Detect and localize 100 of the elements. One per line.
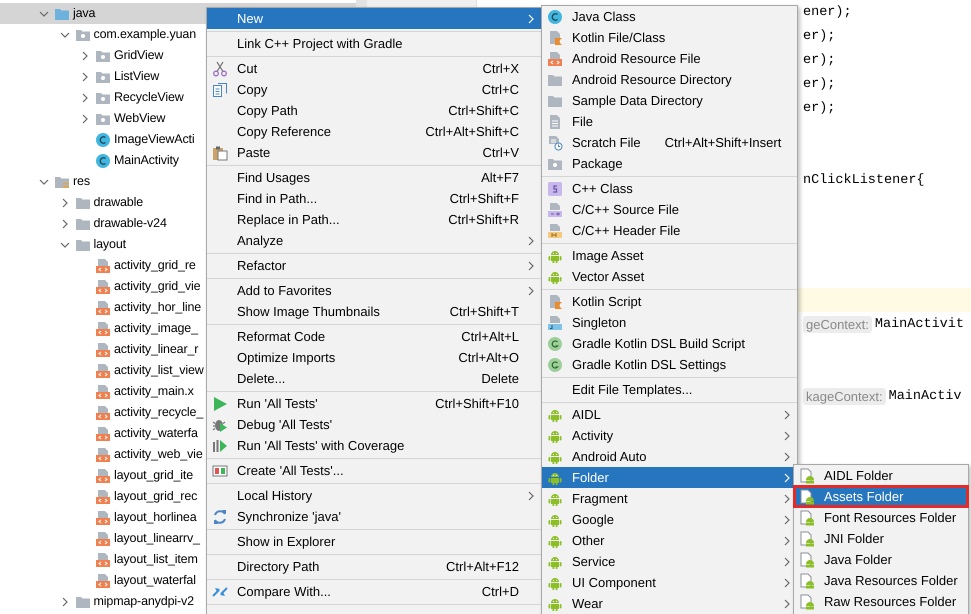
code-text: er);	[803, 100, 836, 116]
menu-item[interactable]: Create 'All Tests'...	[207, 460, 541, 481]
menu-item[interactable]: Optimize Imports Ctrl+Alt+O	[207, 347, 541, 368]
menu-item[interactable]: Gradle Kotlin DSL Settings	[542, 354, 797, 375]
menu-item[interactable]: Find Usages Alt+F7	[207, 167, 541, 188]
parameter-hint: geContext:	[803, 316, 872, 332]
menu-item[interactable]: Copy Ctrl+C	[207, 79, 541, 100]
menu-item[interactable]: Package	[542, 153, 797, 174]
menu-item[interactable]: Analyze	[207, 230, 541, 251]
menu-item[interactable]: Run 'All Tests' Ctrl+Shift+F10	[207, 393, 541, 414]
menu-item[interactable]: Cut Ctrl+X	[207, 58, 541, 79]
menu-item[interactable]: Kotlin Script	[542, 291, 797, 312]
menu-item[interactable]: C++ Class	[542, 178, 797, 199]
menu-item[interactable]: Activity	[542, 425, 797, 446]
menu-item[interactable]: Font Resources Folder	[794, 507, 968, 528]
menu-item[interactable]: Find in Path... Ctrl+Shift+F	[207, 188, 541, 209]
menu-item[interactable]: C/C++ Source File	[542, 199, 797, 220]
android-file-icon	[799, 510, 815, 526]
menu-item[interactable]: Run 'All Tests' with Coverage	[207, 435, 541, 456]
menu-item[interactable]: Assets Folder	[794, 486, 968, 507]
file-icon	[547, 202, 563, 218]
menu-item[interactable]: Android Resource Directory	[542, 69, 797, 90]
menu-item[interactable]: Google	[542, 509, 797, 530]
chevron-right-icon	[527, 286, 535, 296]
menu-item[interactable]: Vector Asset	[542, 266, 797, 287]
menu-item[interactable]: Paste Ctrl+V	[207, 142, 541, 163]
menu-item[interactable]: AIDL Folder	[794, 465, 968, 486]
menu-item[interactable]: Java Resources Folder	[794, 570, 968, 591]
menu-item[interactable]: UI Component	[542, 572, 797, 593]
chevron-right-icon[interactable]	[81, 92, 89, 102]
menu-item[interactable]: Scratch File Ctrl+Alt+Shift+Insert	[542, 132, 797, 153]
menu-item[interactable]: Replace in Path... Ctrl+Shift+R	[207, 209, 541, 230]
menu-item[interactable]: Directory Path Ctrl+Alt+F12	[207, 556, 541, 577]
chevron-right-icon	[783, 578, 791, 588]
chevron-right-icon[interactable]	[60, 218, 68, 228]
android-file-icon	[799, 488, 815, 504]
chevron-right-icon[interactable]	[60, 198, 68, 208]
chevron-down-icon[interactable]	[60, 240, 70, 248]
menu-item[interactable]: Wear	[542, 593, 797, 614]
menu-item[interactable]: Sample Data Directory	[542, 90, 797, 111]
menu-item[interactable]: New	[207, 8, 541, 29]
play-icon	[212, 396, 228, 412]
menu-item[interactable]: Show in Explorer	[207, 531, 541, 552]
menu-item[interactable]: Copy Reference Ctrl+Alt+Shift+C	[207, 121, 541, 142]
xml-file-icon	[95, 510, 111, 526]
menu-item[interactable]: Copy Path Ctrl+Shift+C	[207, 100, 541, 121]
chevron-down-icon[interactable]	[39, 178, 49, 186]
menu-item[interactable]: Image Asset	[542, 245, 797, 266]
android-file-icon	[799, 530, 815, 546]
kotlin-file-icon	[547, 30, 563, 46]
menu-item[interactable]: Kotlin File/Class	[542, 27, 797, 48]
menu-item[interactable]: Service	[542, 551, 797, 572]
chevron-right-icon[interactable]	[81, 114, 89, 124]
menu-item[interactable]: Compare With... Ctrl+D	[207, 581, 541, 602]
xml-file-icon	[95, 572, 111, 588]
menu-item[interactable]: Show Image Thumbnails Ctrl+Shift+T	[207, 301, 541, 322]
menu-item[interactable]: Java Folder	[794, 549, 968, 570]
parameter-hint: kageContext:	[803, 388, 886, 404]
menu-item[interactable]: Delete... Delete	[207, 368, 541, 389]
xml-file-icon	[95, 384, 111, 400]
menu-item[interactable]: Raw Resources Folder	[794, 591, 968, 612]
chevron-right-icon	[783, 556, 791, 566]
menu-item[interactable]: Add to Favorites	[207, 280, 541, 301]
chevron-right-icon[interactable]	[81, 50, 89, 60]
chevron-down-icon[interactable]	[39, 10, 49, 18]
menu-item[interactable]: Local History	[207, 485, 541, 506]
xml-file-icon	[95, 278, 111, 294]
chevron-right-icon[interactable]	[81, 72, 89, 82]
menu-item[interactable]: Fragment	[542, 488, 797, 509]
menu-item[interactable]: Debug 'All Tests'	[207, 414, 541, 435]
menu-item[interactable]: Singleton	[542, 312, 797, 333]
chevron-right-icon	[783, 514, 791, 524]
xml-file-icon	[95, 446, 111, 462]
menu-item[interactable]: C/C++ Header File	[542, 220, 797, 241]
chevron-right-icon	[783, 472, 791, 482]
circle-icon	[547, 356, 563, 372]
chevron-down-icon[interactable]	[60, 30, 70, 38]
menu-item[interactable]: Android Auto	[542, 446, 797, 467]
menu-item[interactable]: Other	[542, 530, 797, 551]
menu-item[interactable]: Reformat Code Ctrl+Alt+L	[207, 326, 541, 347]
xml-file-icon	[547, 50, 563, 66]
circle-icon	[547, 336, 563, 352]
menu-item[interactable]: File	[542, 111, 797, 132]
menu-item[interactable]: Link C++ Project with Gradle	[207, 33, 541, 54]
code-text: nClickListener{	[803, 172, 925, 188]
chevron-right-icon	[783, 410, 791, 420]
chevron-right-icon	[783, 430, 791, 440]
xml-file-icon	[95, 320, 111, 336]
menu-item[interactable]: Edit File Templates...	[542, 379, 797, 400]
code-text: er);	[803, 28, 836, 44]
menu-item[interactable]: Gradle Kotlin DSL Build Script	[542, 333, 797, 354]
menu-item[interactable]: Synchronize 'java'	[207, 506, 541, 527]
xml-file-icon	[95, 258, 111, 274]
menu-item[interactable]: JNI Folder	[794, 528, 968, 549]
chevron-right-icon[interactable]	[60, 596, 68, 606]
xml-file-icon	[95, 468, 111, 484]
menu-item[interactable]: Android Resource File	[542, 48, 797, 69]
menu-item[interactable]: AIDL	[542, 404, 797, 425]
menu-item[interactable]: Refactor	[207, 255, 541, 276]
menu-item[interactable]: Java Class	[542, 6, 797, 27]
